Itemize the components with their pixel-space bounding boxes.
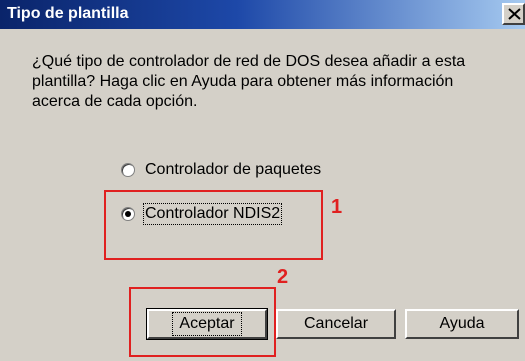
radio-button[interactable]: [121, 163, 135, 177]
close-icon: [508, 8, 521, 20]
annotation-marker-2: 2: [277, 266, 289, 288]
accept-button[interactable]: Aceptar: [146, 308, 268, 340]
help-button[interactable]: Ayuda: [405, 309, 519, 339]
cancel-button-label: Cancelar: [303, 315, 369, 332]
radio-label-packet-driver: Controlador de paquetes: [145, 161, 322, 178]
close-button[interactable]: [502, 3, 525, 25]
radio-dot-icon: [125, 211, 131, 217]
cancel-button[interactable]: Cancelar: [276, 309, 396, 339]
help-button-label: Ayuda: [439, 315, 485, 332]
radio-option-ndis2[interactable]: Controlador NDIS2: [121, 203, 283, 225]
title-bar[interactable]: Tipo de plantilla: [0, 0, 525, 29]
radio-option-packet-driver[interactable]: Controlador de paquetes: [121, 161, 321, 179]
dialog-title: Tipo de plantilla: [7, 5, 129, 22]
dialog-window: Tipo de plantilla ¿Qué tipo de controlad…: [0, 0, 525, 361]
radio-button-selected[interactable]: [121, 207, 135, 221]
accept-button-label: Aceptar: [172, 312, 242, 336]
annotation-box-1: [104, 190, 323, 260]
radio-label-ndis2: Controlador NDIS2: [142, 203, 283, 225]
annotation-marker-1: 1: [331, 196, 343, 218]
prompt-text: ¿Qué tipo de controlador de red de DOS d…: [32, 53, 466, 110]
